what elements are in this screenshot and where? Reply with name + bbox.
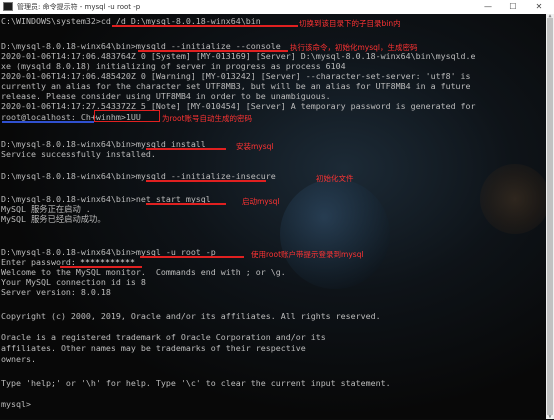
install-underline: [146, 148, 226, 150]
terminal-line: MySQL 服务已经启动成功。: [1, 214, 106, 224]
login-underline: [140, 256, 244, 258]
annotation-cd: 切换到该目录下的子目录bin内: [299, 19, 401, 28]
terminal-line: release. Please consider using UTF8MB4 i…: [1, 91, 331, 101]
maximize-button[interactable]: ☐: [501, 0, 525, 14]
terminal-line: 2020-01-06T14:17:27.543372Z 5 [Note] [MY…: [1, 101, 476, 111]
minimize-button[interactable]: —: [476, 0, 500, 14]
terminal-prompt[interactable]: mysql>: [1, 399, 31, 409]
annotation-login: 使用root账户带提示登录到mysql: [251, 250, 364, 259]
console-output[interactable]: C:\WINDOWS\system32>cd /d D:\mysql-8.0.1…: [0, 14, 546, 419]
terminal-line: Your MySQL connection id is 8: [1, 277, 146, 287]
cmd-icon: [3, 2, 13, 11]
annotation-start: 启动mysql: [242, 197, 280, 206]
window-titlebar: 管理员: 命令提示符 - mysql -u root -p — ☐ ✕: [0, 0, 554, 15]
close-button[interactable]: ✕: [527, 0, 551, 14]
password-box: [94, 110, 160, 122]
vertical-scrollbar[interactable]: ▲ ▼: [546, 14, 554, 420]
annotation-insecure: 初始化文件: [316, 174, 354, 183]
password-underline: [60, 266, 142, 268]
insecure-underline: [146, 180, 266, 182]
terminal-line: affiliates. Other names may be trademark…: [1, 343, 306, 353]
terminal-line: Oracle is a registered trademark of Orac…: [1, 332, 326, 342]
terminal-line: xe (mysqld 8.0.18) initializing of serve…: [1, 61, 346, 71]
terminal-line: currently an alias for the character set…: [1, 81, 471, 91]
start-underline: [146, 203, 226, 205]
background-planet-2: [480, 164, 546, 234]
terminal-line: Type 'help;' or '\h' for help. Type '\c'…: [1, 378, 391, 388]
scrollbar-thumb[interactable]: [547, 18, 553, 415]
terminal-line: Welcome to the MySQL monitor. Commands e…: [1, 267, 286, 277]
terminal-line: MySQL 服务正在启动 .: [1, 204, 91, 214]
terminal-line: Copyright (c) 2000, 2019, Oracle and/or …: [1, 311, 381, 321]
terminal-line: 2020-01-06T14:17:06.485420Z 0 [Warning] …: [1, 71, 471, 81]
annotation-initialize: 执行该命令，初始化mysql，生成密码: [290, 43, 418, 52]
scroll-down-icon[interactable]: ▼: [546, 415, 554, 420]
terminal-line: Service successfully installed.: [1, 149, 156, 159]
terminal-line: Server version: 8.0.18: [1, 287, 111, 297]
annotation-password: 为root账号自动生成的密码: [162, 114, 253, 123]
initialize-underline: [138, 50, 288, 52]
background-planet: [280, 179, 390, 289]
terminal-line: owners.: [1, 354, 36, 364]
cd-underline: [112, 25, 298, 27]
window-title: 管理员: 命令提示符 - mysql -u root -p: [17, 3, 141, 11]
root-underline: [2, 121, 94, 123]
annotation-install: 安装mysql: [236, 142, 274, 151]
